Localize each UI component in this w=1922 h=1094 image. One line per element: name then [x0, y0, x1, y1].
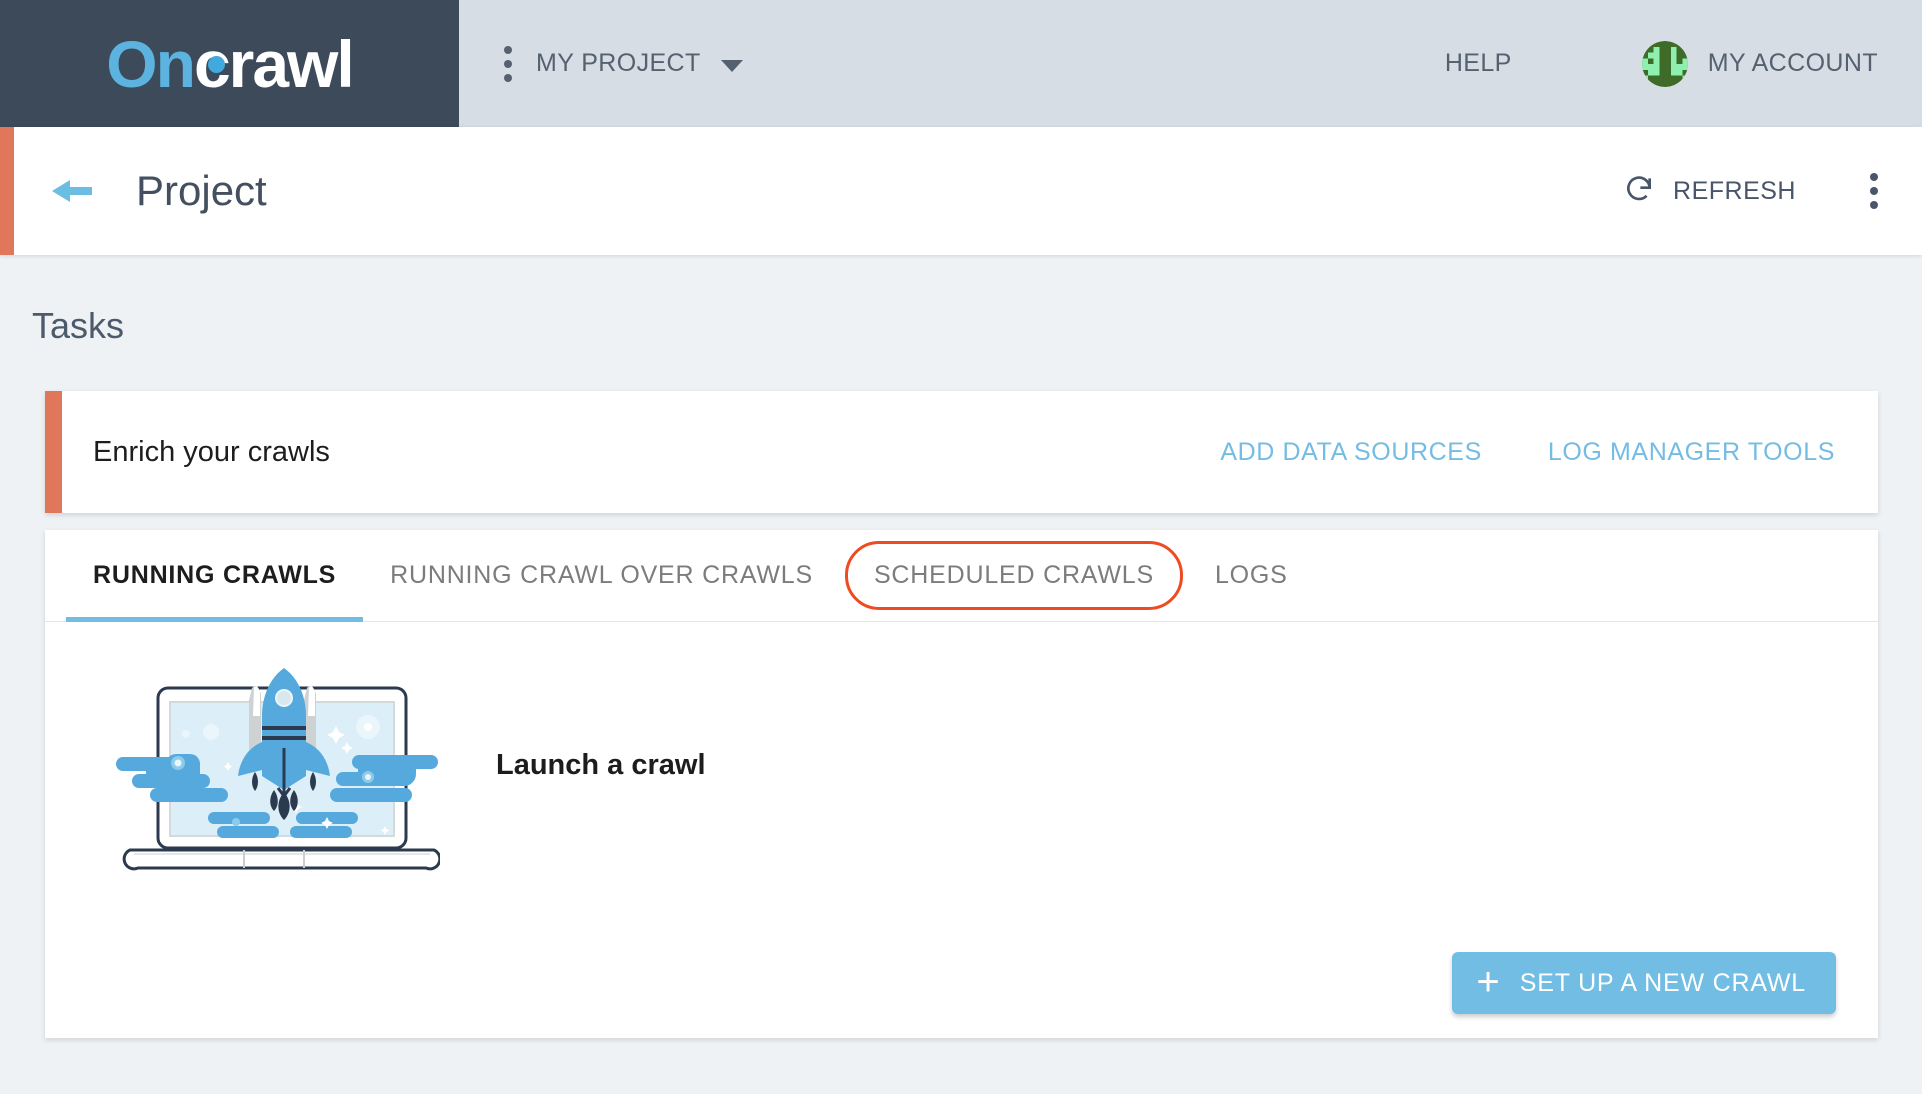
section-title-tasks: Tasks	[32, 305, 125, 346]
main-content: Tasks Enrich your crawls ADD DATA SOURCE…	[0, 255, 1922, 1094]
enrich-card-actions: ADD DATA SOURCES LOG MANAGER TOOLS	[1154, 438, 1878, 467]
logo-text-on: On	[106, 26, 196, 101]
tab-running-crawl-over-crawls[interactable]: RUNNING CRAWL OVER CRAWLS	[363, 530, 840, 621]
chevron-down-icon[interactable]	[720, 59, 743, 72]
log-manager-tools-link[interactable]: LOG MANAGER TOOLS	[1548, 438, 1835, 467]
set-up-a-new-crawl-button[interactable]: + SET UP A NEW CRAWL	[1452, 952, 1836, 1014]
tab-bar: RUNNING CRAWLS RUNNING CRAWL OVER CRAWLS…	[45, 530, 1878, 622]
nav-right-group: HELP MY ACCOUNT	[1445, 0, 1922, 127]
set-up-a-new-crawl-label: SET UP A NEW CRAWL	[1519, 968, 1806, 997]
empty-state-row: Launch a crawl	[45, 622, 1878, 880]
tab-running-crawls[interactable]: RUNNING CRAWLS	[66, 530, 364, 622]
empty-state-text: Launch a crawl	[496, 748, 706, 781]
my-account-label: MY ACCOUNT	[1707, 49, 1878, 77]
crawls-tabs-card: RUNNING CRAWLS RUNNING CRAWL OVER CRAWLS…	[45, 530, 1878, 1038]
logo-text-crawl: crawl	[193, 26, 355, 101]
avatar	[1641, 40, 1688, 87]
oncrawl-logo: Oncrawl	[106, 31, 354, 97]
project-kebab-menu-icon[interactable]	[504, 45, 512, 82]
page-header-actions: REFRESH	[1623, 167, 1922, 215]
tab-logs[interactable]: LOGS	[1188, 530, 1315, 621]
enrich-your-crawls-card: Enrich your crawls ADD DATA SOURCES LOG …	[45, 391, 1878, 513]
rocket-launch-laptop-illustration	[100, 650, 442, 880]
brand-logo-block[interactable]: Oncrawl	[0, 0, 459, 127]
page-options-kebab-icon[interactable]	[1856, 167, 1892, 215]
enrich-card-title: Enrich your crawls	[93, 435, 330, 468]
running-crawls-panel: Launch a crawl + SET UP A NEW CRAWL	[45, 622, 1878, 1038]
page-title: Project	[136, 167, 267, 214]
help-link[interactable]: HELP	[1445, 49, 1512, 78]
refresh-button[interactable]: REFRESH	[1623, 173, 1796, 210]
project-selector-label[interactable]: MY PROJECT	[536, 49, 701, 78]
project-selector-group: MY PROJECT	[459, 0, 1445, 127]
refresh-icon	[1623, 173, 1655, 210]
top-navigation-bar: Oncrawl MY PROJECT HELP MY ACCOUNT	[0, 0, 1922, 127]
refresh-label: REFRESH	[1673, 176, 1796, 205]
plus-icon: +	[1476, 959, 1500, 1004]
back-arrow-icon[interactable]	[50, 176, 94, 206]
tab-scheduled-crawls[interactable]: SCHEDULED CRAWLS	[844, 541, 1183, 610]
my-account-button[interactable]: MY ACCOUNT	[1641, 40, 1878, 87]
page-header-bar: Project REFRESH	[0, 127, 1922, 255]
add-data-sources-link[interactable]: ADD DATA SOURCES	[1220, 438, 1482, 467]
logo-dot-icon	[207, 55, 225, 73]
